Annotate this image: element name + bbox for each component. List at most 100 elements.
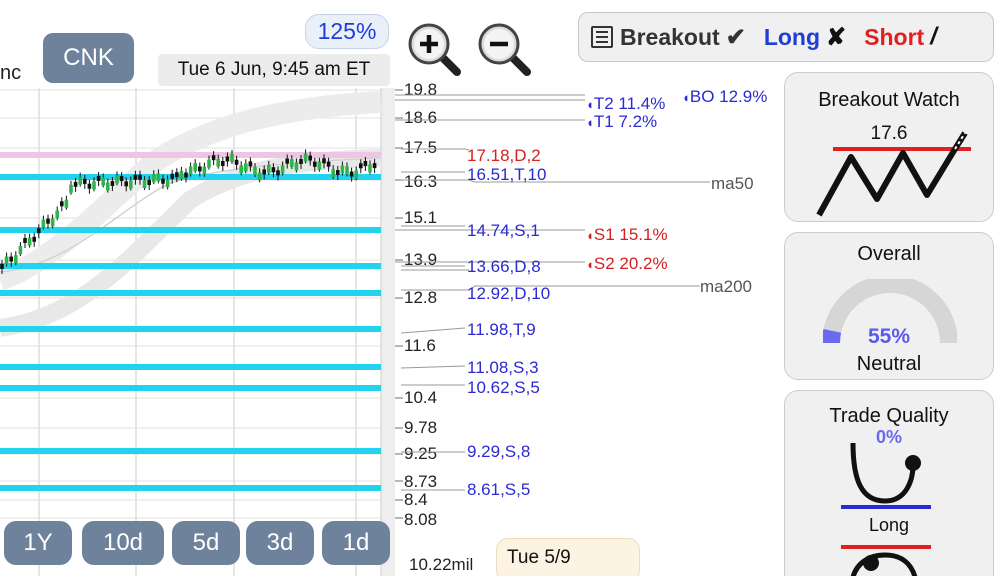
level-label: 14.74,S,1 bbox=[467, 221, 540, 240]
ma200-label: ma200 bbox=[700, 277, 752, 296]
chart-datetime: Tue 6 Jun, 9:45 am ET bbox=[158, 54, 390, 86]
candle-body bbox=[345, 166, 349, 175]
zoom-out-icon[interactable] bbox=[475, 20, 533, 78]
target-label: ◖T2 11.4% bbox=[586, 94, 665, 114]
candle-body bbox=[336, 169, 340, 175]
candle-body bbox=[175, 172, 179, 178]
trade-quality-card[interactable]: Trade Quality 0% Long bbox=[784, 390, 994, 576]
level-label: 17.18,D,2 bbox=[467, 146, 541, 165]
candle-body bbox=[262, 169, 266, 175]
overall-verdict: Neutral bbox=[856, 353, 922, 375]
candle-body bbox=[124, 181, 128, 187]
candle-body bbox=[161, 178, 165, 184]
ticker-button[interactable]: CNK bbox=[43, 33, 134, 83]
candle-body bbox=[271, 167, 276, 173]
candle-body bbox=[211, 155, 216, 161]
level-label: 11.08,S,3 bbox=[467, 358, 539, 377]
candle-body bbox=[285, 158, 289, 164]
period-button-1d[interactable]: 1d bbox=[322, 521, 390, 565]
overall-card[interactable]: Overall 55% Neutral bbox=[784, 232, 994, 380]
candle-body bbox=[280, 165, 285, 174]
strategy-selector: Breakout ✔ Long ✘ Short / bbox=[578, 12, 994, 62]
breakout-watch-title: Breakout Watch bbox=[818, 89, 960, 111]
breakout-watch-card[interactable]: Breakout Watch 17.6 bbox=[784, 72, 994, 222]
strategy-long[interactable]: Long ✘ bbox=[764, 23, 846, 52]
zoom-in-icon[interactable] bbox=[405, 20, 463, 78]
list-icon[interactable] bbox=[591, 26, 613, 48]
trade-quality-title: Trade Quality bbox=[829, 405, 949, 427]
candle-body bbox=[147, 179, 151, 185]
candle-body bbox=[308, 155, 312, 161]
candle-body bbox=[41, 219, 46, 228]
candle-body bbox=[267, 164, 271, 173]
level-label: 9.29,S,8 bbox=[467, 442, 531, 461]
level-label: 8.61,S,5 bbox=[467, 480, 531, 499]
candle-body bbox=[225, 156, 230, 162]
candle-body bbox=[253, 166, 257, 175]
candle-body bbox=[92, 181, 96, 190]
half-circle-marker-icon: ◖ bbox=[586, 115, 594, 130]
candle-body bbox=[340, 165, 345, 174]
candle-body bbox=[322, 158, 326, 164]
period-button-10d[interactable]: 10d bbox=[82, 521, 164, 565]
candle-body bbox=[73, 181, 78, 187]
overall-title: Overall bbox=[857, 243, 921, 265]
candle-body bbox=[23, 238, 27, 244]
candle-body bbox=[317, 161, 322, 170]
candle-body bbox=[101, 177, 105, 186]
strategy-long-label: Long bbox=[763, 23, 821, 50]
candle-body bbox=[290, 159, 294, 168]
target-label-text: T2 11.4% bbox=[593, 94, 666, 113]
target-label-text: BO 12.9% bbox=[689, 87, 768, 106]
candle-body bbox=[230, 153, 234, 162]
strategy-short-label: Short bbox=[864, 23, 925, 50]
strategy-short[interactable]: Short / bbox=[864, 23, 937, 51]
candle-body bbox=[244, 163, 248, 172]
candle-body bbox=[193, 163, 197, 172]
candle-body bbox=[179, 170, 184, 179]
period-button-3d[interactable]: 3d bbox=[246, 521, 314, 565]
period-button-1y[interactable]: 1Y bbox=[4, 521, 72, 565]
candle-body bbox=[87, 183, 92, 189]
level-label: 12.92,D,10 bbox=[467, 284, 551, 303]
period-button-5d[interactable]: 5d bbox=[172, 521, 240, 565]
target-label-text: S2 20.2% bbox=[593, 254, 668, 273]
target-label: ◖S2 20.2% bbox=[586, 254, 668, 274]
candle-body bbox=[138, 174, 142, 180]
candle-body bbox=[363, 160, 368, 166]
breakout-pattern-icon bbox=[816, 131, 971, 217]
candle-body bbox=[257, 172, 262, 181]
ma50-label: ma50 bbox=[711, 174, 754, 193]
candle-body bbox=[165, 179, 170, 188]
zoom-level-indicator[interactable]: 125% bbox=[305, 14, 389, 49]
half-circle-marker-icon: ◖ bbox=[682, 90, 690, 105]
level-label: 10.62,S,5 bbox=[467, 378, 540, 397]
candle-body bbox=[78, 176, 82, 185]
candle-body bbox=[239, 165, 243, 174]
candle-body bbox=[359, 163, 363, 169]
half-circle-marker-icon: ◖ bbox=[586, 257, 594, 272]
candle-body bbox=[299, 158, 303, 164]
candle-body bbox=[50, 218, 55, 227]
candle-body bbox=[234, 159, 239, 165]
candle-body bbox=[142, 180, 147, 189]
candle-body bbox=[331, 169, 335, 178]
price-chart[interactable] bbox=[0, 88, 395, 576]
candle-body bbox=[60, 201, 64, 207]
candle-body bbox=[110, 180, 115, 186]
candle-body bbox=[303, 153, 308, 162]
candle-body bbox=[170, 173, 174, 179]
candle-body bbox=[37, 228, 41, 234]
target-label: ◖BO 12.9% bbox=[682, 87, 767, 107]
half-circle-marker-icon: ◖ bbox=[586, 228, 594, 243]
half-circle-marker-icon: ◖ bbox=[586, 97, 594, 112]
candle-body bbox=[18, 246, 23, 255]
target-label: ◖T1 7.2% bbox=[586, 112, 657, 132]
target-label-text: S1 15.1% bbox=[593, 225, 668, 244]
strategy-breakout[interactable]: Breakout ✔ bbox=[620, 23, 746, 52]
candle-body bbox=[0, 263, 4, 269]
candle-body bbox=[119, 176, 124, 182]
candle-body bbox=[14, 255, 18, 264]
candle-body bbox=[64, 199, 69, 208]
level-label: 11.98,T,9 bbox=[467, 320, 536, 339]
